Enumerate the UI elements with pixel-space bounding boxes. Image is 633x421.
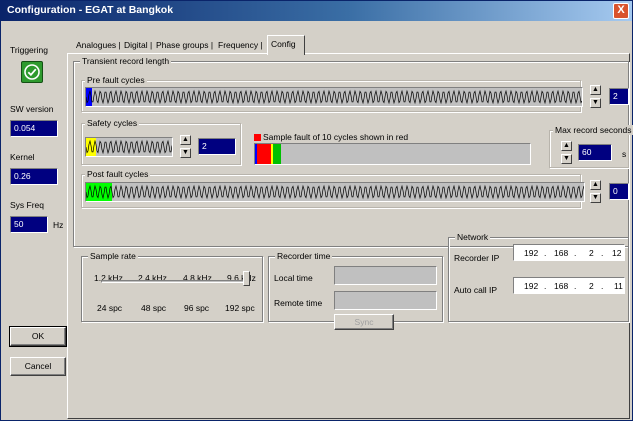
- pre-fault-down-icon[interactable]: ▼: [590, 98, 601, 108]
- safety-waveform: [86, 139, 172, 155]
- safety-spinner[interactable]: ▲ ▼: [180, 135, 191, 161]
- tab-label: Phase groups: [156, 40, 209, 50]
- ip-octet: 192: [524, 281, 539, 291]
- ip-dot: .: [574, 248, 577, 258]
- ip-dot: .: [574, 281, 577, 291]
- post-fault-value[interactable]: 0: [609, 183, 629, 200]
- local-time-label: Local time: [274, 273, 313, 283]
- tab-label: Analogues: [76, 40, 117, 50]
- network-title: Network: [455, 232, 491, 242]
- sine-wave: [86, 139, 172, 155]
- sine-wave: [86, 184, 584, 200]
- sync-button[interactable]: Sync: [334, 314, 394, 330]
- ip-octet: 2: [589, 248, 594, 258]
- tab-config[interactable]: Config: [267, 35, 305, 55]
- ok-button[interactable]: OK: [9, 326, 67, 347]
- sw-version-label: SW version: [10, 104, 54, 114]
- auto-call-ip-field[interactable]: 192 . 168 . 2 . 11: [513, 277, 625, 294]
- pre-fault-label: Pre fault cycles: [85, 75, 147, 85]
- post-fault-label: Post fault cycles: [85, 169, 151, 179]
- remote-time-field: [334, 291, 437, 310]
- local-time-field: [334, 266, 437, 285]
- post-fault-spinner[interactable]: ▲ ▼: [590, 180, 601, 206]
- post-fault-down-icon[interactable]: ▼: [590, 193, 601, 203]
- ok-button-label: OK: [31, 331, 45, 341]
- sample-fault-segment: [257, 144, 271, 164]
- tab-label: Frequency: [218, 40, 259, 50]
- sample-rate-title: Sample rate: [88, 251, 138, 261]
- max-record-unit: s: [622, 149, 627, 159]
- recorder-ip-field[interactable]: 192 . 168 . 2 . 12: [513, 244, 625, 261]
- safety-bar[interactable]: [85, 137, 173, 157]
- pre-fault-bar[interactable]: [85, 87, 583, 107]
- sys-freq-field: 50: [10, 216, 48, 233]
- remote-time-label: Remote time: [274, 298, 323, 308]
- close-icon: X: [617, 4, 625, 16]
- triggering-indicator: [21, 61, 43, 83]
- ip-octet: 2: [589, 281, 594, 291]
- max-record-value[interactable]: 60: [578, 144, 612, 161]
- kernel-field: 0.26: [10, 168, 58, 185]
- sw-version-field: 0.054: [10, 120, 58, 137]
- sample-fault-segment: [273, 144, 281, 164]
- ip-octet: 11: [614, 281, 623, 291]
- recorder-ip-label: Recorder IP: [454, 253, 500, 263]
- title-bar[interactable]: Configuration - EGAT at Bangkok X: [1, 1, 632, 21]
- cancel-button-label: Cancel: [24, 361, 52, 371]
- spc-label: 192 spc: [225, 303, 255, 313]
- ip-dot: .: [601, 281, 604, 291]
- sample-rate-slider[interactable]: [97, 267, 250, 295]
- pre-fault-waveform: [86, 89, 582, 105]
- ip-dot: .: [601, 248, 604, 258]
- post-fault-up-icon[interactable]: ▲: [590, 180, 601, 190]
- safety-label: Safety cycles: [85, 118, 140, 128]
- post-fault-waveform: [86, 184, 584, 200]
- recorder-time-title: Recorder time: [275, 251, 333, 261]
- ip-octet: 12: [612, 248, 622, 258]
- ip-octet: 168: [554, 281, 569, 291]
- max-record-up-icon[interactable]: ▲: [561, 141, 572, 151]
- pre-fault-value[interactable]: 2: [609, 88, 629, 105]
- spc-label: 96 spc: [184, 303, 210, 313]
- configuration-window: Configuration - EGAT at Bangkok X Trigge…: [0, 0, 633, 421]
- red-marker-icon: [254, 134, 261, 141]
- spc-label: 24 spc: [97, 303, 123, 313]
- slider-thumb[interactable]: [243, 271, 250, 286]
- pre-fault-up-icon[interactable]: ▲: [590, 85, 601, 95]
- safety-down-icon[interactable]: ▼: [180, 148, 191, 158]
- slider-track: [101, 280, 247, 283]
- tab-label: Config: [271, 39, 296, 49]
- sys-freq-unit: Hz: [53, 220, 64, 230]
- sample-fault-bar: [254, 143, 531, 165]
- safety-up-icon[interactable]: ▲: [180, 135, 191, 145]
- tab-label: Digital: [124, 40, 148, 50]
- window-title: Configuration - EGAT at Bangkok: [7, 4, 174, 16]
- sys-freq-label: Sys Freq: [10, 200, 45, 210]
- auto-call-ip-label: Auto call IP: [454, 285, 497, 295]
- safety-value[interactable]: 2: [198, 138, 236, 155]
- sync-button-label: Sync: [354, 317, 374, 327]
- spc-label: 48 spc: [141, 303, 167, 313]
- post-fault-bar[interactable]: [85, 182, 585, 202]
- max-record-spinner[interactable]: ▲ ▼: [561, 141, 572, 167]
- close-button[interactable]: X: [613, 3, 629, 19]
- ip-dot: .: [544, 248, 547, 258]
- triggering-label: Triggering: [10, 45, 48, 55]
- kernel-label: Kernel: [10, 152, 35, 162]
- max-record-label: Max record seconds: [553, 125, 633, 135]
- ip-octet: 192: [524, 248, 539, 258]
- ip-octet: 168: [554, 248, 569, 258]
- max-record-down-icon[interactable]: ▼: [561, 154, 572, 164]
- check-icon: [24, 64, 40, 80]
- sample-fault-label: Sample fault of 10 cycles shown in red: [263, 132, 409, 142]
- cancel-button[interactable]: Cancel: [10, 357, 66, 376]
- ip-dot: .: [544, 281, 547, 291]
- sine-wave: [86, 89, 582, 105]
- pre-fault-spinner[interactable]: ▲ ▼: [590, 85, 601, 111]
- transient-record-title: Transient record length: [80, 56, 172, 66]
